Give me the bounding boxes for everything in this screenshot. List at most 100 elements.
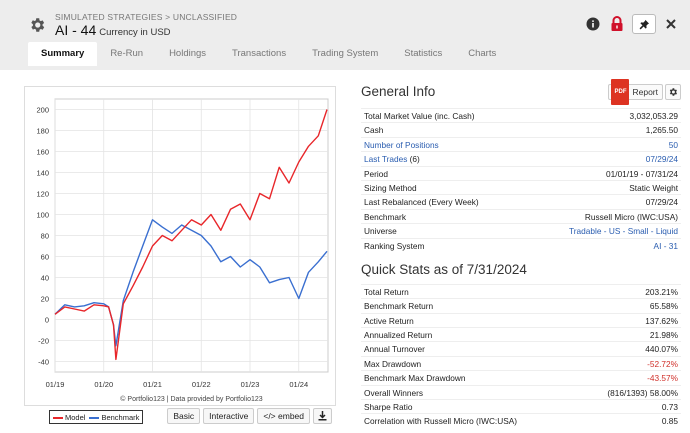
row-label: Annual Turnover — [364, 344, 425, 355]
table-row: Correlation with Russell Micro (IWC:USA)… — [361, 413, 681, 427]
tab-transactions[interactable]: Transactions — [219, 42, 299, 66]
pdf-icon: PDF — [611, 79, 630, 105]
table-row: Max Drawdown -52.72% — [361, 355, 681, 370]
info-icon[interactable] — [584, 15, 602, 33]
y-tick-label: 60 — [41, 253, 49, 262]
row-label: Benchmark — [364, 211, 406, 222]
row-label: Overall Winners — [364, 387, 424, 398]
row-value: 01/01/19 - 07/31/24 — [606, 168, 678, 179]
row-value: (816/1393) 58.00% — [607, 387, 678, 398]
legend-model-label: Model — [65, 412, 86, 422]
table-row: Overall Winners (816/1393) 58.00% — [361, 384, 681, 399]
breadcrumb[interactable]: SIMULATED STRATEGIES > UNCLASSIFIED — [55, 12, 237, 22]
y-tick-label: 40 — [41, 274, 49, 283]
row-value: 0.85 — [661, 416, 678, 427]
x-tick-label: 01/23 — [241, 380, 260, 389]
pin-icon[interactable] — [632, 14, 656, 34]
general-info-section: General Info PDF Report — [361, 79, 681, 105]
tab-summary[interactable]: Summary — [28, 42, 98, 66]
last-trades-count: (6) — [409, 154, 420, 165]
table-row: Number of Positions 50 — [361, 136, 681, 151]
row-value: -52.72% — [647, 358, 678, 369]
table-row: Benchmark Max Drawdown -43.57% — [361, 370, 681, 384]
chart-credit: © Portfolio123 | Data provided by Portfo… — [120, 395, 262, 403]
performance-chart-panel: 200 180 160 140 120 100 80 60 40 20 0 -20 -40 01/19 01… — [24, 86, 336, 406]
row-value: 440.07% — [645, 344, 678, 355]
table-row: Last Trades (6) 07/29/24 — [361, 151, 681, 165]
close-icon[interactable] — [662, 15, 680, 33]
last-trades-date-link[interactable]: 07/29/24 — [646, 152, 678, 165]
download-icon[interactable] — [313, 408, 332, 424]
row-label: Benchmark Return — [364, 301, 434, 312]
row-label: Total Return — [364, 286, 409, 297]
positions-value-link[interactable]: 50 — [669, 138, 678, 151]
universe-link[interactable]: Tradable - US - Small - Liquid — [569, 224, 678, 237]
y-tick-label: 160 — [36, 148, 49, 157]
quick-stats-title: Quick Stats as of 7/31/2024 — [361, 261, 527, 277]
table-row: Annualized Return 21.98% — [361, 327, 681, 341]
row-value: Static Weight — [629, 182, 678, 193]
table-row: Last Rebalanced (Every Week) 07/29/24 — [361, 194, 681, 208]
report-button[interactable]: PDF Report — [608, 79, 663, 105]
tab-statistics[interactable]: Statistics — [391, 42, 455, 66]
y-tick-label: 120 — [36, 190, 49, 199]
basic-button[interactable]: Basic — [167, 408, 201, 424]
embed-button[interactable]: </> embed — [257, 408, 310, 424]
y-tick-label: 20 — [41, 295, 49, 304]
x-tick-label: 01/24 — [289, 380, 308, 389]
report-settings-icon[interactable] — [665, 84, 681, 100]
number-of-positions-link[interactable]: Number of Positions — [364, 138, 439, 151]
report-label: Report — [632, 87, 658, 97]
y-tick-label: 200 — [36, 106, 49, 115]
y-tick-label: 100 — [36, 211, 49, 220]
row-value: -43.57% — [647, 373, 678, 384]
table-row: Ranking System AI - 31 — [361, 237, 681, 252]
table-row: Universe Tradable - US - Small - Liquid — [361, 223, 681, 237]
interactive-button[interactable]: Interactive — [203, 408, 255, 424]
y-tick-label: 80 — [41, 232, 49, 241]
row-value: 3,032,053.29 — [629, 111, 678, 121]
x-tick-label: 01/21 — [143, 380, 162, 389]
x-tick-label: 01/19 — [46, 380, 65, 389]
table-row: Sizing Method Static Weight — [361, 179, 681, 194]
y-tick-label: 140 — [36, 169, 49, 178]
row-label: Cash — [364, 125, 384, 136]
lock-icon[interactable] — [608, 15, 626, 33]
tab-trading-system[interactable]: Trading System — [299, 42, 391, 66]
legend-model[interactable]: Model — [53, 413, 85, 422]
chart-legend: Model Benchmark — [49, 410, 144, 424]
row-label: Last Rebalanced (Every Week) — [364, 197, 479, 208]
row-label: Sharpe Ratio — [364, 402, 413, 413]
currency-label: Currency in USD — [99, 27, 171, 38]
row-value: Russell Micro (IWC:USA) — [584, 211, 678, 222]
row-label: Annualized Return — [364, 330, 433, 341]
tab-charts[interactable]: Charts — [455, 42, 509, 66]
row-value: 137.62% — [645, 315, 678, 326]
table-row: Benchmark Russell Micro (IWC:USA) — [361, 208, 681, 223]
table-row: Sharpe Ratio 0.73 — [361, 399, 681, 413]
last-trades-link[interactable]: Last Trades — [364, 154, 407, 164]
row-label: Correlation with Russell Micro (IWC:USA) — [364, 416, 518, 427]
performance-chart: 200180160140120100806040200-20-4001/19 01… — [36, 98, 329, 403]
row-value: 21.98% — [649, 330, 678, 341]
ranking-system-link[interactable]: AI - 31 — [654, 239, 678, 252]
table-row: Total Return 203.21% — [361, 283, 681, 298]
row-label: Period — [364, 168, 388, 179]
tab-holdings[interactable]: Holdings — [156, 42, 219, 66]
y-tick-label: -20 — [38, 337, 49, 346]
x-tick-label: 01/20 — [94, 380, 113, 389]
row-label: Ranking System — [364, 240, 425, 251]
tab-re-run[interactable]: Re-Run — [97, 42, 156, 66]
table-row: Period 01/01/19 - 07/31/24 — [361, 165, 681, 180]
table-row: Benchmark Return 65.58% — [361, 298, 681, 312]
legend-benchmark[interactable]: Benchmark — [89, 413, 139, 422]
general-info-title: General Info — [361, 84, 436, 99]
table-row: Total Market Value (inc. Cash) 3,032,053.… — [361, 108, 681, 122]
gear-icon[interactable] — [28, 16, 46, 34]
row-label: Benchmark Max Drawdown — [364, 373, 466, 384]
y-tick-label: 0 — [45, 316, 49, 325]
row-label: Sizing Method — [364, 182, 417, 193]
legend-benchmark-label: Benchmark — [101, 412, 140, 422]
chart-footer: Model Benchmark Basic Interactive </> em… — [24, 408, 336, 428]
y-tick-label: 180 — [36, 127, 49, 136]
